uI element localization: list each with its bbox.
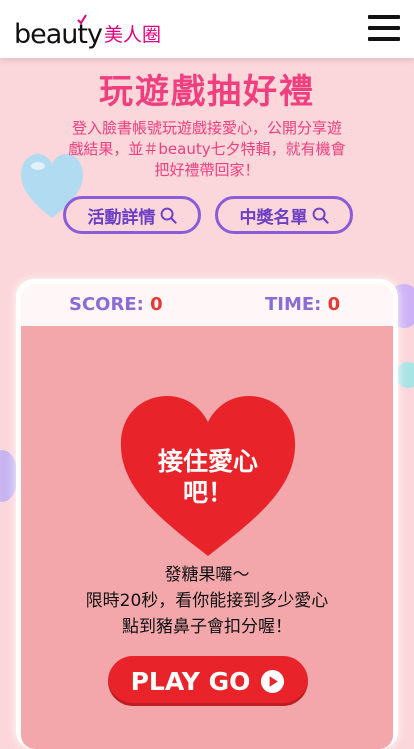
game-area[interactable]: 接住愛心 吧！ 發糖果囉～ 限時20秒，看你能接到多少愛心 點到豬鼻子會扣分喔！… [21,326,393,749]
event-details-label: 活動詳情 [87,207,156,228]
time-value: 0 [327,294,341,315]
play-go-label: PLAY GO [130,666,251,696]
search-icon [160,207,177,224]
rule-line-3: 點到豬鼻子會扣分喔！ [122,617,292,637]
top-navigation-bar: beauty 美人圈 [0,0,414,58]
game-rules: 發糖果囉～ 限時20秒，看你能接到多少愛心 點到豬鼻子會扣分喔！ [21,562,393,640]
logo-chinese: 美人圈 [103,24,161,46]
time-display: TIME: 0 [265,294,340,315]
description-line-3: 把好禮帶回家！ [154,161,260,179]
rule-line-2: 限時20秒，看你能接到多少愛心 [85,591,329,611]
beauty-logo[interactable]: beauty 美人圈 [14,10,161,48]
hamburger-menu-icon[interactable] [368,15,400,41]
score-bar: SCORE: 0 TIME: 0 [21,284,393,326]
winners-list-label: 中獎名單 [239,207,308,228]
description-line-1: 登入臉書帳號玩遊戲接愛心，公開分享遊 [71,119,342,137]
search-icon [312,207,329,224]
score-label: SCORE: [69,294,144,315]
heart-line-1: 接住愛心 [157,447,258,476]
heart-message: 接住愛心 吧！ [117,446,299,508]
logo-wordmark: beauty [14,19,103,50]
heart-line-2: 吧！ [182,478,233,507]
event-description: 登入臉書帳號玩遊戲接愛心，公開分享遊 戲結果，並＃beauty七夕特輯，就有機會… [40,118,374,181]
time-label: TIME: [265,294,322,315]
play-go-button[interactable]: PLAY GO [108,656,308,706]
score-display: SCORE: 0 [69,294,163,315]
rule-line-1: 發糖果囉～ [164,565,250,585]
logo-accent-icon [77,14,87,24]
event-details-button[interactable]: 活動詳情 [63,196,201,234]
winners-list-button[interactable]: 中獎名單 [215,196,353,234]
score-value: 0 [150,294,163,315]
page-title: 玩遊戲抽好禮 [99,72,315,112]
play-circle-icon [261,669,285,693]
game-card: SCORE: 0 TIME: 0 接住愛心 吧！ 發糖果囉～ 限時20秒，看你能… [16,279,398,749]
description-line-2: 戲結果，並＃beauty七夕特輯，就有機會 [68,140,346,158]
